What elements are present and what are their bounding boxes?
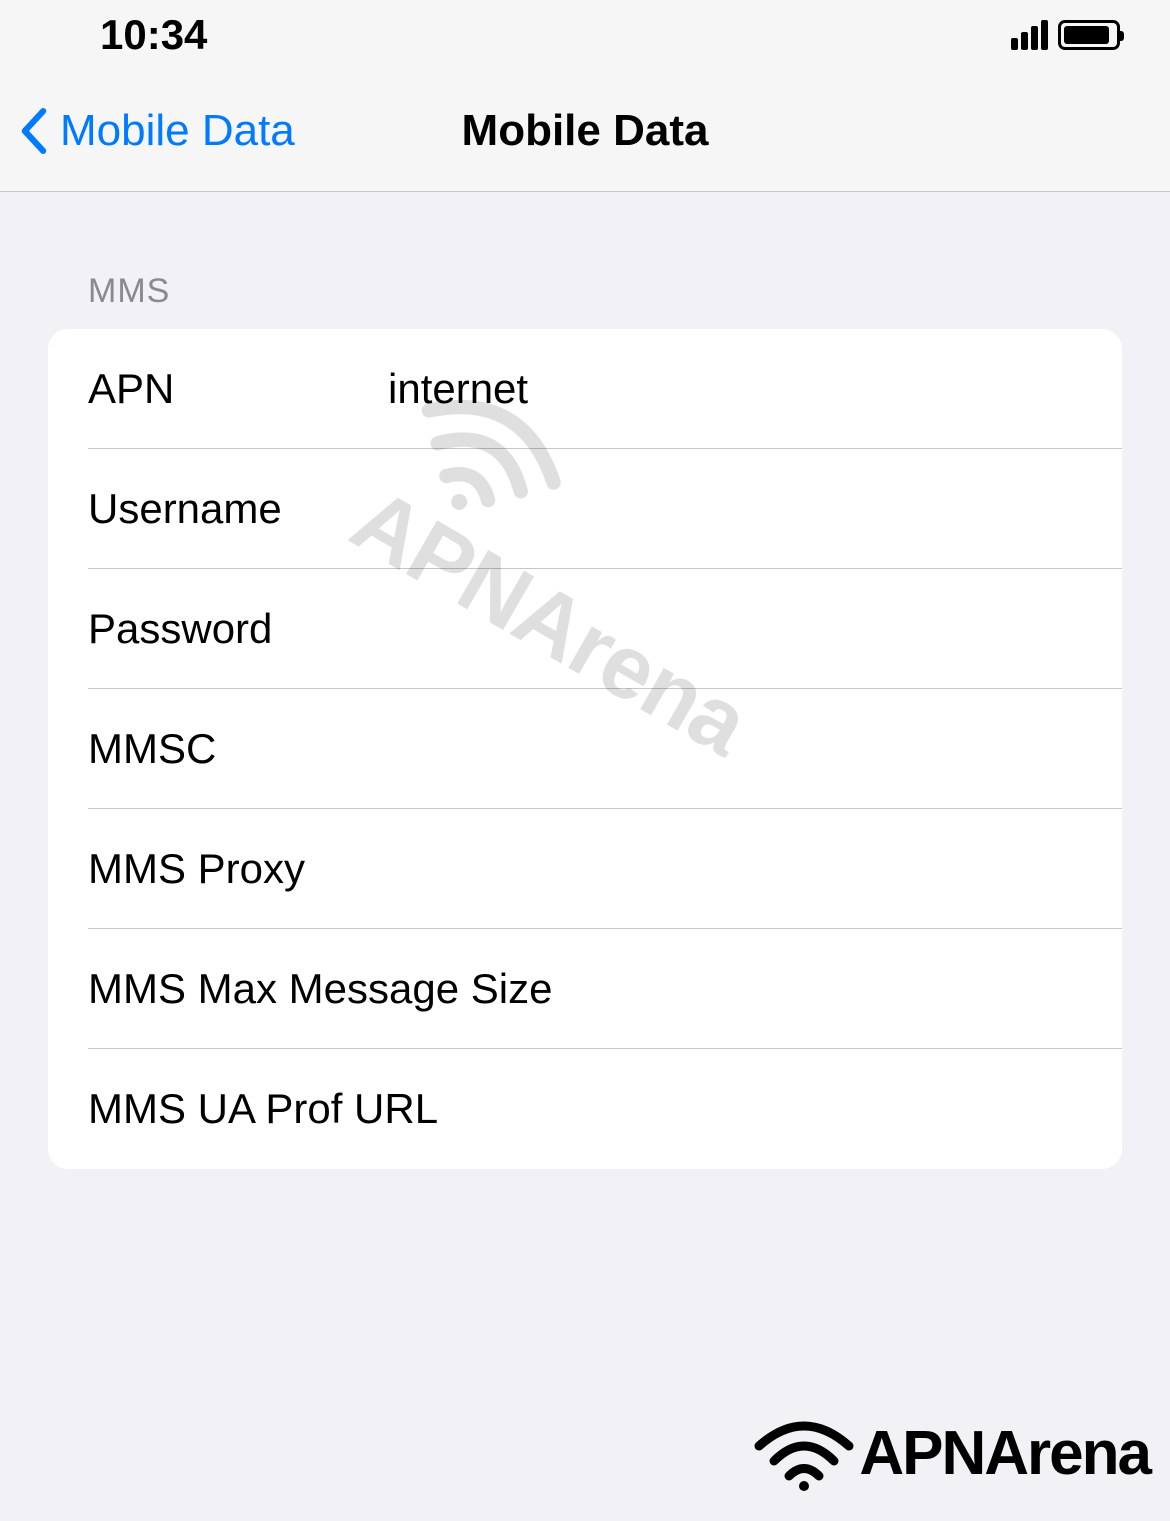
mms-ua-prof-label: MMS UA Prof URL [88, 1085, 438, 1133]
mmsc-row[interactable]: MMSC [48, 689, 1122, 809]
battery-icon [1058, 20, 1120, 50]
status-bar: 10:34 [0, 0, 1170, 70]
username-label: Username [88, 485, 388, 533]
mms-ua-prof-row[interactable]: MMS UA Prof URL [48, 1049, 1122, 1169]
mms-proxy-label: MMS Proxy [88, 845, 388, 893]
section-header-mms: MMS [88, 272, 1122, 311]
mms-settings-group: APN Username Password MMSC MMS Proxy MMS… [48, 329, 1122, 1169]
chevron-left-icon [20, 108, 48, 154]
apn-row[interactable]: APN [48, 329, 1122, 449]
mmsc-label: MMSC [88, 725, 388, 773]
navigation-bar: Mobile Data Mobile Data [0, 70, 1170, 192]
status-time: 10:34 [100, 11, 207, 59]
status-indicators [1011, 20, 1120, 50]
username-row[interactable]: Username [48, 449, 1122, 569]
apn-label: APN [88, 365, 388, 413]
page-title: Mobile Data [462, 106, 709, 156]
mms-max-size-row[interactable]: MMS Max Message Size [48, 929, 1122, 1049]
mms-max-size-label: MMS Max Message Size [88, 965, 552, 1013]
back-button[interactable]: Mobile Data [0, 106, 295, 156]
mms-ua-prof-input[interactable] [438, 1085, 1082, 1133]
mms-proxy-row[interactable]: MMS Proxy [48, 809, 1122, 929]
mms-proxy-input[interactable] [388, 845, 1082, 893]
mms-max-size-input[interactable] [552, 965, 1093, 1013]
watermark-bottom: APNArena [754, 1416, 1150, 1491]
mmsc-input[interactable] [388, 725, 1082, 773]
watermark-bottom-text: APNArena [859, 1418, 1150, 1489]
password-input[interactable] [388, 605, 1082, 653]
password-label: Password [88, 605, 388, 653]
username-input[interactable] [388, 485, 1082, 533]
content: MMS APN Username Password MMSC MMS Proxy… [0, 272, 1170, 1169]
cellular-signal-icon [1011, 20, 1048, 50]
back-label: Mobile Data [60, 106, 295, 156]
wifi-icon [754, 1416, 854, 1491]
apn-input[interactable] [388, 365, 1082, 413]
password-row[interactable]: Password [48, 569, 1122, 689]
